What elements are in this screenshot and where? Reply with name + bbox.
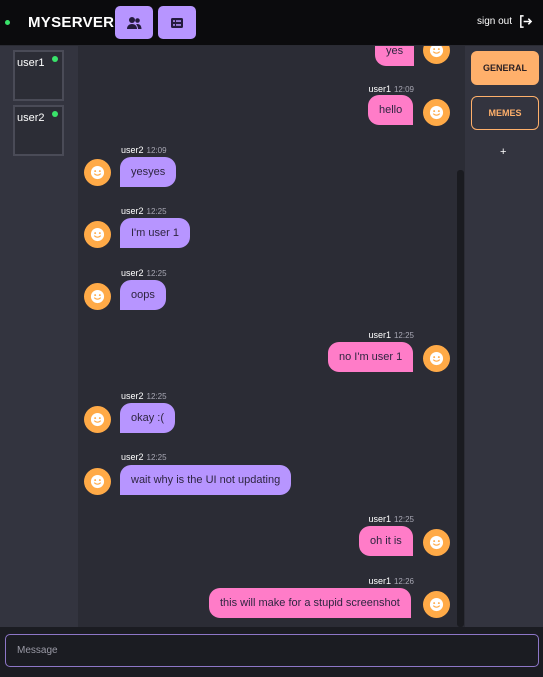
message-meta: user2 12:25 (121, 206, 167, 216)
smile-icon (90, 165, 105, 180)
server-name: MYSERVER (28, 14, 115, 31)
message-time: 12:25 (146, 269, 167, 278)
sign-out-button[interactable]: sign out (477, 14, 533, 29)
message-time: 12:09 (146, 146, 167, 155)
smile-icon (429, 535, 444, 550)
message-bubble: yes (375, 46, 415, 66)
message-bubble: I'm user 1 (120, 218, 190, 248)
members-button[interactable] (115, 6, 153, 39)
message-bubble: oh it is (359, 526, 413, 556)
smile-icon (90, 227, 105, 242)
user-name: user2 (17, 112, 45, 124)
online-status-dot (52, 111, 58, 117)
users-sidebar: user1 user2 (0, 46, 78, 627)
channel-general[interactable]: GENERAL (471, 51, 539, 85)
message-author: user1 (368, 84, 391, 94)
message-time: 12:09 (393, 85, 414, 94)
avatar (423, 591, 450, 618)
message-author: user2 (121, 452, 144, 462)
avatar (423, 46, 450, 64)
message-bubble: okay :( (120, 403, 176, 433)
smile-icon (90, 289, 105, 304)
message-author: user2 (121, 145, 144, 155)
message-bubble: hello (368, 95, 414, 125)
users-icon (127, 16, 142, 29)
user-card-user1[interactable]: user1 (13, 50, 64, 101)
online-status-dot (52, 56, 58, 62)
avatar (423, 99, 450, 126)
channel-memes[interactable]: MEMES (471, 96, 539, 130)
message-meta: user1 12:25 (368, 330, 414, 340)
chat-messages-area[interactable]: yes user1 12:09 hello user2 12:09 yesyes u… (78, 46, 465, 627)
message-author: user2 (121, 391, 144, 401)
user-name: user1 (17, 57, 45, 69)
message-meta: user2 12:25 (121, 268, 167, 278)
list-icon (171, 17, 183, 28)
message-input[interactable] (5, 634, 539, 667)
add-channel-button[interactable]: + (500, 146, 506, 158)
message-author: user1 (368, 330, 391, 340)
avatar (423, 345, 450, 372)
avatar (84, 406, 111, 433)
message-bubble: this will make for a stupid screenshot (209, 588, 411, 618)
channels-button[interactable] (158, 6, 196, 39)
message-bubble: yesyes (120, 157, 177, 187)
message-time: 12:25 (146, 453, 167, 462)
message-time: 12:25 (146, 207, 167, 216)
message-author: user1 (368, 514, 391, 524)
message-time: 12:25 (146, 392, 167, 401)
channels-sidebar: GENERAL MEMES (465, 46, 543, 627)
smile-icon (429, 351, 444, 366)
message-meta: user1 12:09 (368, 84, 414, 94)
message-time: 12:25 (393, 515, 414, 524)
message-author: user2 (121, 268, 144, 278)
avatar (84, 221, 111, 248)
message-composer (0, 627, 543, 677)
scrollbar-track-top (457, 46, 464, 170)
message-time: 12:25 (393, 331, 414, 340)
message-bubble: no I'm user 1 (328, 342, 414, 372)
message-meta: user1 12:26 (368, 576, 414, 586)
message-meta: user2 12:25 (121, 391, 167, 401)
smile-icon (429, 597, 444, 612)
message-bubble: wait why is the UI not updating (120, 465, 292, 495)
avatar (423, 529, 450, 556)
message-meta: user2 12:25 (121, 452, 167, 462)
avatar (84, 159, 111, 186)
smile-icon (90, 412, 105, 427)
smile-icon (429, 105, 444, 120)
smile-icon (429, 46, 444, 58)
avatar (84, 468, 111, 495)
connection-status-dot (5, 20, 10, 25)
message-author: user2 (121, 206, 144, 216)
smile-icon (90, 474, 105, 489)
user-card-user2[interactable]: user2 (13, 105, 64, 156)
avatar (84, 283, 111, 310)
sign-out-label: sign out (476, 16, 512, 27)
message-bubble: oops (120, 280, 166, 310)
sign-out-icon (520, 15, 533, 28)
top-bar: MYSERVER sign out (0, 0, 543, 46)
message-meta: user2 12:09 (121, 145, 167, 155)
message-meta: user1 12:25 (368, 514, 414, 524)
message-author: user1 (368, 576, 391, 586)
chat-scrollbar[interactable] (457, 170, 464, 627)
message-time: 12:26 (393, 577, 414, 586)
